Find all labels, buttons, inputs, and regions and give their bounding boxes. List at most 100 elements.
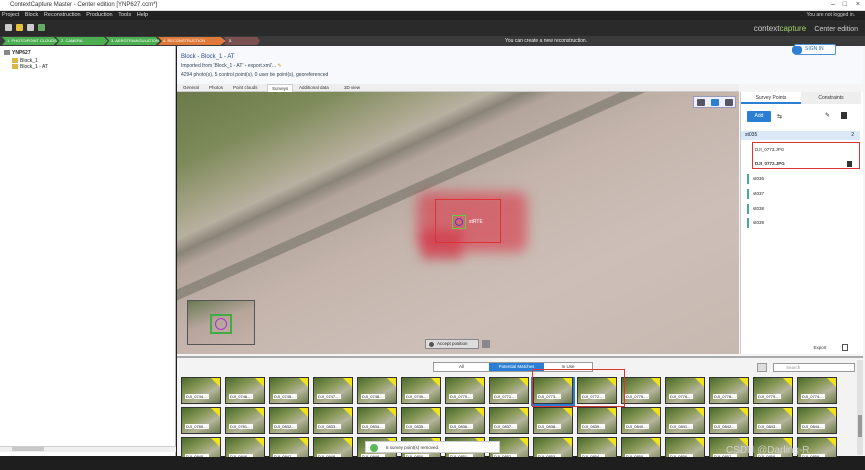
- selected-survey-point[interactable]: st035 2: [741, 131, 860, 140]
- photo-thumbnail[interactable]: DJI_0835....: [401, 407, 441, 434]
- overview-minimap[interactable]: [187, 300, 255, 345]
- photo-thumbnail[interactable]: DJI_0854....: [577, 437, 617, 457]
- survey-point-item[interactable]: st036: [747, 174, 860, 184]
- photo-thumbnail[interactable]: DJI_0855....: [621, 437, 661, 457]
- photo-thumbnail[interactable]: DJI_0843....: [753, 407, 793, 434]
- toast-notification: 5 survey point(s) removed.: [365, 441, 500, 453]
- tab-survey-points[interactable]: Survey Points: [741, 92, 801, 104]
- filter-all[interactable]: All: [434, 363, 489, 371]
- menu-production[interactable]: Production: [86, 12, 112, 18]
- tab-additional-data[interactable]: Additional data: [295, 84, 333, 92]
- photo-measurement[interactable]: DJI_0773.JPG: [755, 147, 784, 152]
- menu-tools[interactable]: Tools: [118, 12, 131, 18]
- export-button[interactable]: Export: [806, 343, 834, 352]
- menu-block[interactable]: Block: [25, 12, 38, 18]
- delete-icon[interactable]: [841, 112, 847, 119]
- tree-item-block1-at[interactable]: Block_1 - AT: [12, 64, 48, 70]
- photo-thumbnail[interactable]: DJI_0833....: [313, 407, 353, 434]
- thumbnail-label: DJI_0844....: [801, 424, 825, 429]
- menu-icon[interactable]: [725, 99, 733, 106]
- edit-icon[interactable]: ✎: [825, 112, 830, 119]
- photo-thumbnail[interactable]: DJI_0780....: [181, 407, 221, 434]
- thumbnail-scrollbar-thumb[interactable]: [858, 415, 862, 437]
- photo-thumbnail[interactable]: DJI_0749....: [401, 377, 441, 404]
- photo-measurement[interactable]: DJI_0772.JPG: [755, 161, 785, 166]
- delete-measurement-icon[interactable]: [482, 340, 490, 348]
- import-icon[interactable]: ⇆: [777, 113, 782, 120]
- step-photo-point-clouds[interactable]: 1. PHOTO/POINT CLOUDS: [2, 37, 58, 45]
- menu-help[interactable]: Help: [137, 12, 148, 18]
- menu-reconstruction[interactable]: Reconstruction: [44, 12, 81, 18]
- tab-general[interactable]: General: [179, 84, 203, 92]
- open-project-icon[interactable]: [16, 24, 23, 31]
- photo-thumbnail[interactable]: DJI_0745....: [269, 377, 309, 404]
- tab-3d-view[interactable]: 3D view: [340, 84, 364, 92]
- save-icon[interactable]: [27, 24, 34, 31]
- sign-in-button[interactable]: SIGN IN: [792, 44, 836, 55]
- photo-thumbnail[interactable]: DJI_0841....: [665, 407, 705, 434]
- tree-root[interactable]: YNP627: [4, 50, 31, 56]
- photo-thumbnail[interactable]: DJI_0846....: [225, 437, 265, 457]
- tab-surveys[interactable]: Surveys: [267, 84, 294, 92]
- menu-project[interactable]: Project: [2, 12, 19, 18]
- edit-icon[interactable]: ✎: [277, 63, 281, 69]
- status-corner-icon: [783, 408, 792, 417]
- photo-thumbnail[interactable]: DJI_0847....: [269, 437, 309, 457]
- photo-thumbnail[interactable]: DJI_0748....: [357, 377, 397, 404]
- tab-photos[interactable]: Photos: [205, 84, 227, 92]
- photo-thumbnail[interactable]: DJI_0779....: [753, 377, 793, 404]
- photo-thumbnail[interactable]: DJI_0774....: [797, 377, 837, 404]
- photo-thumbnail[interactable]: DJI_0834....: [357, 407, 397, 434]
- step-reconstruction-settings[interactable]: 4. RECONSTRUCTION SETTINGS: [158, 37, 226, 45]
- photo-thumbnail[interactable]: DJI_0771....: [489, 377, 529, 404]
- step-aerotriangulation[interactable]: 3. AEROTRIANGULATION: [106, 37, 160, 45]
- survey-point-item[interactable]: st038: [747, 204, 860, 214]
- photo-thumbnail[interactable]: DJI_0747....: [313, 377, 353, 404]
- survey-point-item[interactable]: st039: [747, 218, 860, 228]
- new-project-icon[interactable]: [5, 24, 12, 31]
- photo-thumbnail[interactable]: DJI_0837....: [489, 407, 529, 434]
- photo-thumbnail[interactable]: DJI_0839....: [577, 407, 617, 434]
- photo-thumbnail[interactable]: DJI_0856....: [665, 437, 705, 457]
- fit-view-icon[interactable]: [697, 99, 705, 106]
- accept-position-button[interactable]: Accept position: [425, 339, 479, 349]
- photo-thumbnail[interactable]: DJI_0744....: [181, 377, 221, 404]
- survey-point-item[interactable]: st037: [747, 189, 860, 199]
- photo-thumbnail[interactable]: DJI_0746....: [225, 377, 265, 404]
- photo-thumbnail[interactable]: DJI_0778....: [709, 377, 749, 404]
- photo-thumbnail[interactable]: DJI_0781....: [225, 407, 265, 434]
- photo-thumbnail[interactable]: DJI_0840....: [621, 407, 661, 434]
- step-camera-properties[interactable]: 2. CAMERA PROPERTIES: [56, 37, 108, 45]
- minimize-icon[interactable]: –: [831, 1, 835, 8]
- trash-icon[interactable]: [847, 161, 852, 167]
- sort-icon[interactable]: [757, 363, 767, 372]
- copy-icon[interactable]: [842, 344, 848, 351]
- photo-viewer[interactable]: stRTE Accept position: [177, 92, 739, 354]
- photo-thumbnail[interactable]: DJI_0836....: [445, 407, 485, 434]
- photo-thumbnail[interactable]: DJI_0838....: [533, 407, 573, 434]
- left-scrollbar-thumb[interactable]: [12, 447, 44, 451]
- tab-constraints[interactable]: Constraints: [801, 92, 861, 104]
- photo-thumbnail[interactable]: DJI_0848....: [313, 437, 353, 457]
- photo-thumbnail[interactable]: DJI_0776....: [665, 377, 705, 404]
- search-input[interactable]: Search: [773, 363, 855, 372]
- photo-thumbnail[interactable]: DJI_0842....: [709, 407, 749, 434]
- status-corner-icon: [255, 438, 264, 447]
- pan-icon[interactable]: [711, 99, 719, 106]
- thumbnail-scrollbar[interactable]: [857, 360, 863, 455]
- photo-thumbnail[interactable]: DJI_0770....: [445, 377, 485, 404]
- photo-thumbnail[interactable]: DJI_0832....: [269, 407, 309, 434]
- photo-thumbnail[interactable]: DJI_0844....: [797, 407, 837, 434]
- photo-thumbnail[interactable]: DJI_0853....: [533, 437, 573, 457]
- photo-thumbnail[interactable]: DJI_0845....: [181, 437, 221, 457]
- status-corner-icon: [475, 408, 484, 417]
- survey-point-target[interactable]: [452, 215, 466, 229]
- close-icon[interactable]: ×: [856, 1, 860, 8]
- maximize-icon[interactable]: □: [843, 1, 847, 8]
- tab-point-clouds[interactable]: Point clouds: [229, 84, 262, 92]
- step-production[interactable]: 5. PRODUCTION: [224, 37, 260, 45]
- add-survey-point-button[interactable]: Add: [747, 111, 771, 122]
- tool-icon[interactable]: [38, 24, 45, 31]
- thumbnail-label: DJI_0846....: [229, 454, 253, 457]
- photo-thumbnail[interactable]: DJI_0775....: [621, 377, 661, 404]
